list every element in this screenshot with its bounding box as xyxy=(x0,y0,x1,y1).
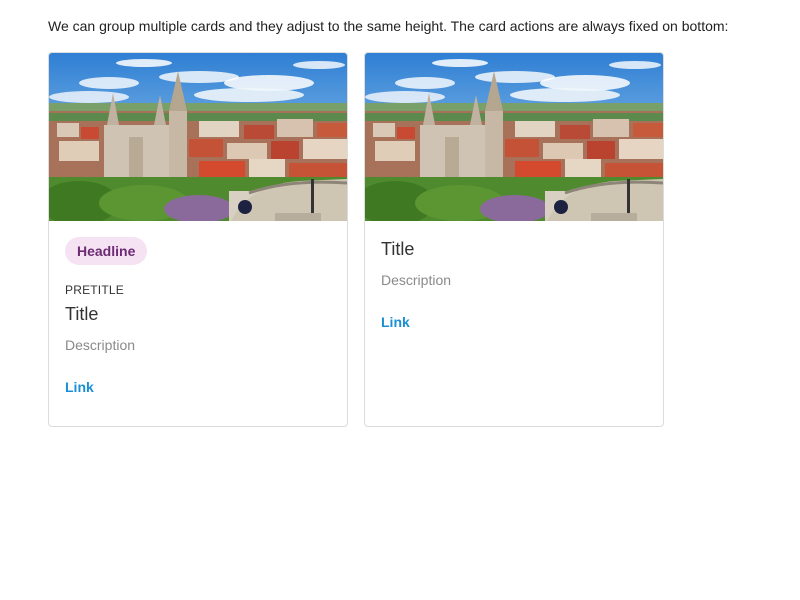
card-body: Headline PRETITLE Title Description Link xyxy=(49,221,347,426)
card-body: Title Description Link xyxy=(365,221,663,426)
card-simple: Title Description Link xyxy=(364,52,664,427)
intro-text: We can group multiple cards and they adj… xyxy=(48,18,729,34)
card-link[interactable]: Link xyxy=(65,378,94,396)
card-image xyxy=(365,53,663,221)
card-link[interactable]: Link xyxy=(381,313,410,331)
card-with-headline: Headline PRETITLE Title Description Link xyxy=(48,52,348,427)
card-image xyxy=(49,53,347,221)
card-title: Title xyxy=(65,304,99,324)
headline-chip: Headline xyxy=(65,237,148,265)
card-description: Description xyxy=(381,272,452,288)
card-description: Description xyxy=(65,337,136,353)
card-pretitle: PRETITLE xyxy=(65,283,124,297)
card-title: Title xyxy=(381,239,415,259)
